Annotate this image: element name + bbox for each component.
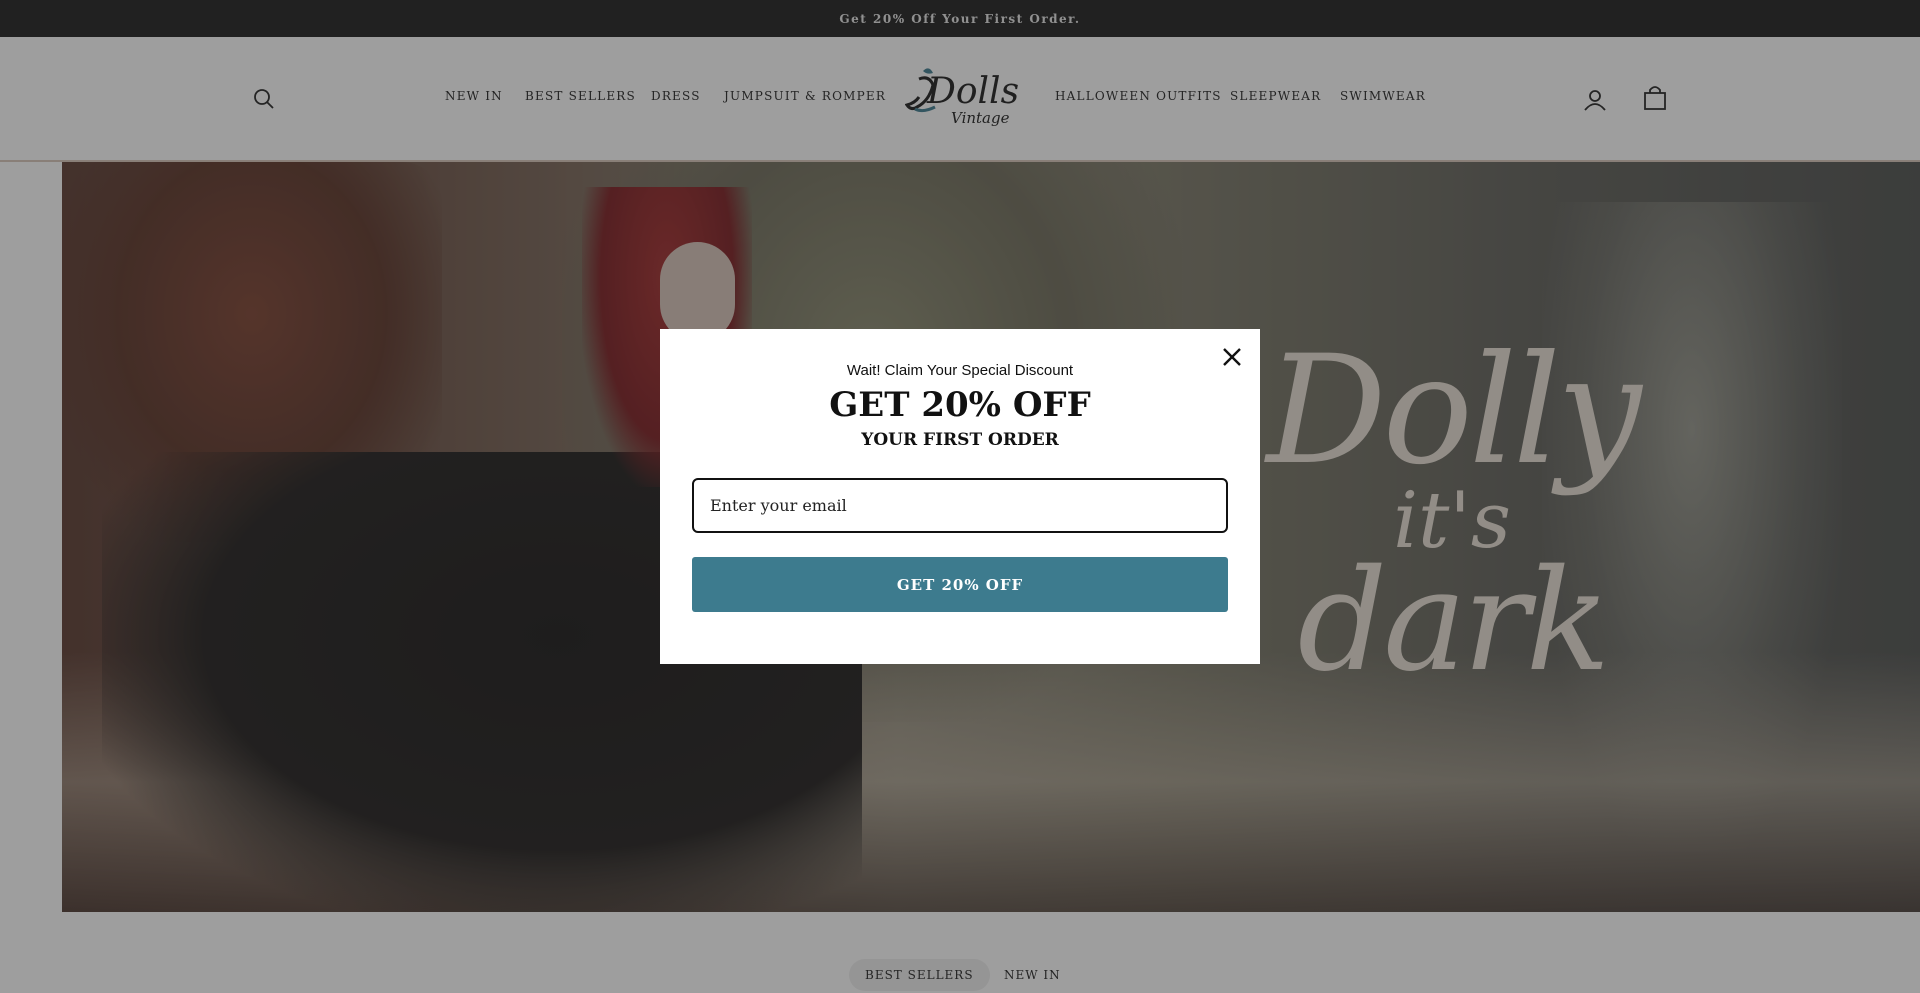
popup-subtitle: YOUR FIRST ORDER (861, 430, 1059, 450)
popup-title: GET 20% OFF (829, 385, 1091, 425)
email-field[interactable] (692, 478, 1228, 533)
popup-kicker: Wait! Claim Your Special Discount (846, 362, 1074, 379)
get-discount-button[interactable]: GET 20% OFF (692, 557, 1228, 612)
discount-popup: Wait! Claim Your Special Discount GET 20… (660, 329, 1260, 664)
